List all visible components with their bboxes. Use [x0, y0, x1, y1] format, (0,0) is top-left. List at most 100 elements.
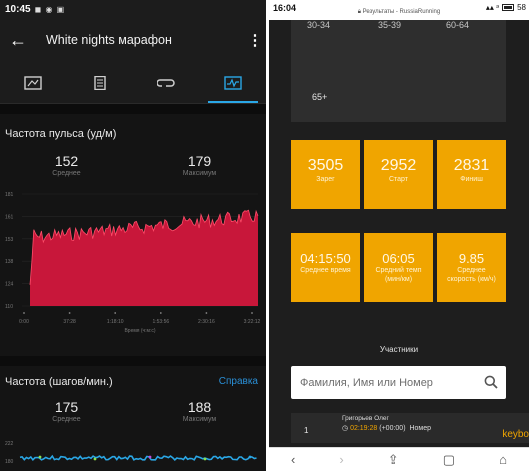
participant-time: 02:19:28: [350, 425, 378, 432]
forward-icon[interactable]: ›: [339, 452, 343, 467]
section-divider: [0, 356, 266, 366]
activity-title: White nights марафон: [46, 33, 172, 47]
y-tick-label: 222: [5, 441, 14, 447]
age-group-item[interactable]: 60-64: [446, 20, 469, 30]
x-tick-label: 1:53:56: [152, 319, 169, 325]
y-tick-label: 138: [5, 259, 14, 265]
tile-label: Средний темп (мин/км): [375, 267, 422, 283]
cadence-help-link[interactable]: Справка: [219, 376, 258, 388]
x-tick-label: 37:28: [63, 319, 76, 325]
document-icon: [94, 75, 106, 90]
y-tick-label: 153: [5, 237, 14, 243]
tile-label: Зарег: [316, 176, 335, 183]
tile-label: Финиш: [460, 176, 483, 183]
hr-max-stat: 179 Максимум: [133, 153, 266, 177]
y-tick-label: 161: [5, 214, 14, 220]
tile-value: 2831: [453, 157, 490, 174]
x-tick-mark: [205, 312, 208, 314]
cadence-line: [19, 454, 257, 462]
tile-label: Среднее время: [300, 267, 351, 274]
tab-details[interactable]: [67, 62, 134, 103]
chart-icon: [224, 75, 242, 90]
participant-number-label: Номер: [409, 425, 431, 432]
right-phone-screen: 30-34 35-39 60-64 65+ 16:04 🔒︎ Результат…: [269, 0, 529, 471]
tile-value: 3505: [307, 157, 344, 174]
age-group-item[interactable]: 35-39: [378, 20, 401, 30]
stat-tile: 06:05 Средний темп (мин/км): [364, 233, 433, 302]
cadence-max-label: Максимум: [182, 416, 217, 423]
app-bar: ← White nights марафон ⋮: [0, 18, 266, 62]
participant-result: ◷ 02:19:28 (+00:00) Номер: [342, 424, 431, 432]
cadence-avg-value: 175: [54, 399, 79, 415]
hr-avg-label: Среднее: [52, 170, 81, 177]
tile-value: 2952: [380, 157, 417, 174]
cadence-max-stat: 188 Максимум: [133, 399, 266, 423]
cadence-marker: [38, 455, 42, 459]
tile-value: 04:15:50: [300, 251, 351, 266]
hr-max-value: 179: [187, 153, 212, 169]
participants-heading: Участники: [379, 345, 419, 354]
cadence-header: Частота (шагов/мин.) Справка: [0, 376, 266, 388]
stat-tile: 9.85 Среднее скорость (км/ч): [437, 233, 506, 302]
cadence-avg-label: Среднее: [52, 416, 81, 423]
status-time: 10:45: [5, 3, 31, 15]
laps-icon: [157, 78, 175, 87]
heart-rate-chart: 181 161 153 138 124 110 0:00 37:28 1:18:10 1:53:5…: [0, 190, 266, 340]
y-tick-label: 181: [5, 192, 14, 198]
more-options-icon[interactable]: ⋮: [244, 31, 266, 49]
keyboard-hint: keybo: [502, 429, 529, 440]
x-tick-mark: [68, 312, 71, 314]
cadence-marker: [248, 455, 252, 459]
tab-laps[interactable]: [133, 62, 200, 103]
participant-row[interactable]: 1 Григорьев Олег ◷ 02:19:28 (+00:00) Ном…: [291, 413, 529, 443]
x-tick-mark: [23, 312, 25, 314]
hr-avg-stat: 152 Среднее: [0, 153, 133, 177]
browser-status-bar: 16:04 🔒︎ Результаты - RussiaRunning ▴▴ ᵊ…: [269, 0, 529, 20]
y-tick-label: 180: [5, 459, 14, 465]
share-icon[interactable]: ⇪: [388, 452, 399, 468]
browser-bottom-nav: ‹ › ⇪ ▢ ⌂: [269, 447, 529, 471]
cadence-title: Частота (шагов/мин.): [5, 376, 113, 388]
search-icon[interactable]: [484, 375, 498, 389]
x-tick-label: 3:22:12: [244, 319, 261, 325]
x-tick-mark: [114, 312, 117, 314]
cadence-stats: 175 Среднее 188 Максимум: [0, 399, 266, 423]
heart-rate-stats: 152 Среднее 179 Максимум: [0, 153, 266, 177]
home-icon[interactable]: ⌂: [499, 452, 507, 467]
cadence-max-value: 188: [187, 399, 212, 415]
heart-rate-chart-svg: 181 161 153 138 124 110 0:00 37:28 1:18:10 1:53:5…: [5, 192, 261, 334]
battery-icon: [502, 4, 515, 11]
tab-map[interactable]: [0, 62, 67, 103]
participant-search: [291, 366, 506, 399]
status-bar: 10:45 ◼ ◉ ▣ ▴▴ ᵊ + 61: [0, 0, 266, 18]
map-icon: [24, 75, 42, 90]
age-group-item[interactable]: 65+: [312, 92, 327, 102]
stat-tile: 2831 Финиш: [437, 140, 506, 209]
tile-label: Среднее скорость (км/ч): [447, 267, 496, 283]
x-tick-label: 0:00: [19, 319, 29, 325]
search-input[interactable]: [300, 376, 470, 389]
signal-icon: ▴▴ ᵊ: [485, 3, 500, 12]
clock-icon: ◷: [342, 425, 351, 432]
cadence-marker: [93, 457, 97, 461]
stat-tile: 04:15:50 Среднее время: [291, 233, 360, 302]
tab-charts[interactable]: [200, 62, 267, 103]
x-tick-label: 2:30:16: [198, 319, 215, 325]
cadence-marker: [203, 457, 207, 461]
back-arrow-icon[interactable]: ←: [0, 30, 36, 51]
x-tick-label: 1:18:10: [107, 319, 124, 325]
x-tick-mark: [251, 312, 253, 314]
participant-rank: 1: [304, 426, 309, 435]
cadence-chart-svg: 222 180: [5, 441, 257, 465]
stat-tile: 2952 Старт: [364, 140, 433, 209]
battery-level: 58: [517, 3, 526, 12]
notification-icons: ◼ ◉ ▣: [34, 4, 66, 14]
age-group-item[interactable]: 30-34: [307, 20, 330, 30]
tabs-icon[interactable]: ▢: [443, 452, 455, 468]
x-axis-label: Время (ч:м:с): [124, 328, 155, 334]
tile-label: Старт: [388, 176, 409, 183]
participant-diff: (+00:00): [379, 425, 406, 432]
page-url-text: Результаты - RussiaRunning: [362, 9, 441, 15]
participant-name: Григорьев Олег: [342, 415, 389, 422]
back-icon[interactable]: ‹: [291, 452, 295, 467]
